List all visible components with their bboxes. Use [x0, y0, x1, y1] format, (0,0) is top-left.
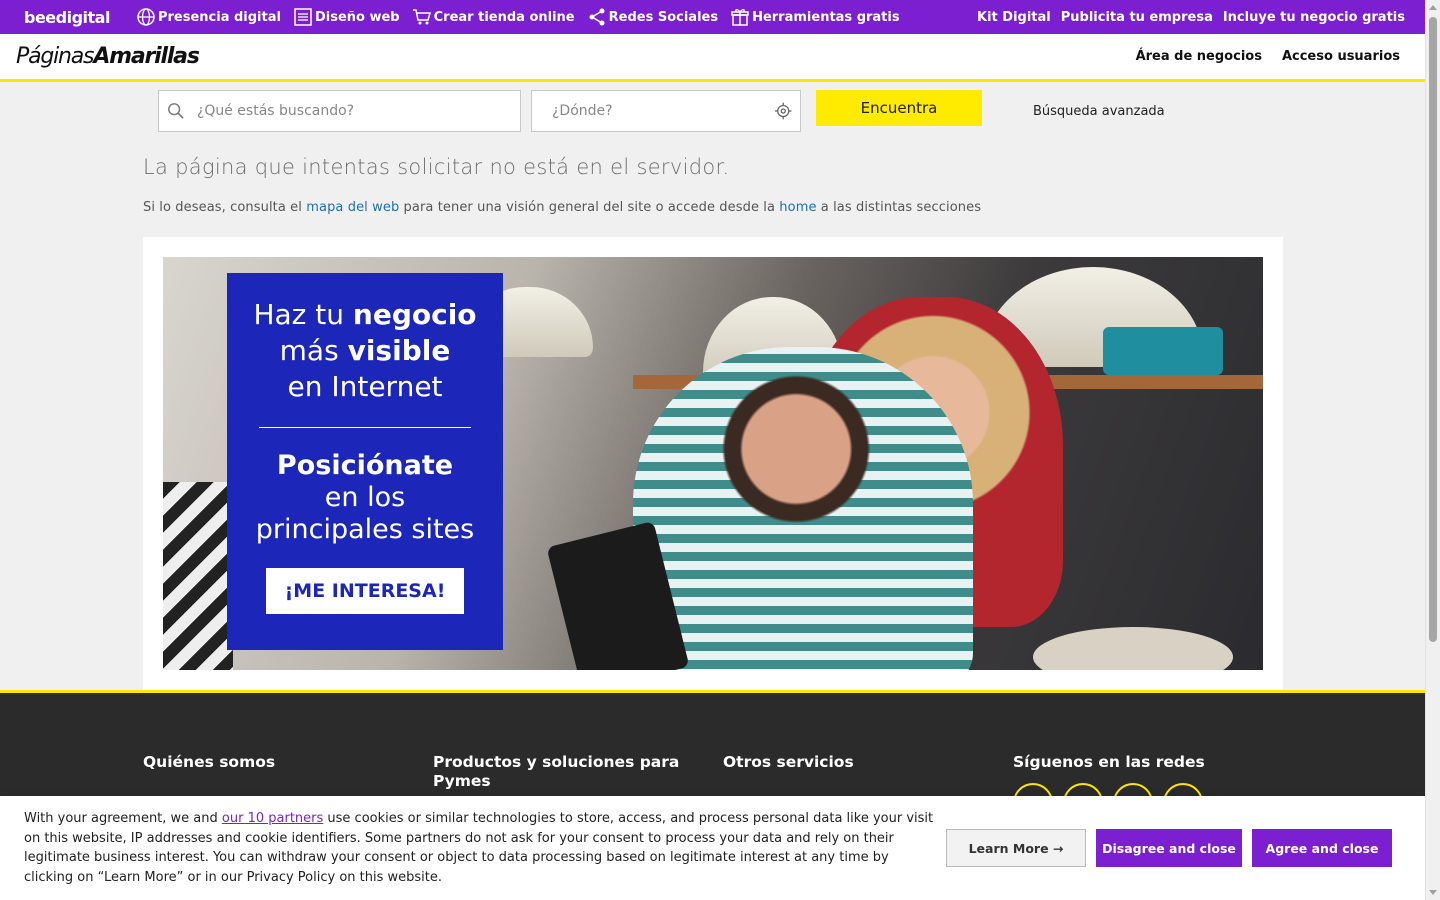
ad-divider [259, 427, 471, 428]
search-bar: Encuentra Búsqueda avanzada [158, 90, 1165, 132]
brand-light: Páginas [16, 44, 95, 69]
what-field [158, 90, 521, 132]
ad-line2-b: visible [347, 334, 451, 367]
error-text-1: Si lo deseas, consulta el [143, 200, 307, 215]
scroll-up-arrow-icon[interactable] [1429, 5, 1437, 10]
gift-icon [731, 9, 749, 26]
plate-image [1033, 627, 1233, 670]
nav-presencia-digital[interactable]: Presencia digital [136, 7, 281, 27]
ad-panel: Haz tu negocio más visible en Internet P… [227, 273, 503, 650]
link-incluye-negocio[interactable]: Incluye tu negocio gratis [1223, 10, 1405, 25]
search-icon [168, 103, 184, 119]
footer-heading-productos: Productos y soluciones para Pymes [433, 753, 680, 790]
ad-line3: en Internet [287, 370, 443, 403]
learn-more-button[interactable]: Learn More → [946, 829, 1086, 867]
partners-link[interactable]: our 10 partners [222, 811, 323, 826]
nav-diseno-web-label: Diseño web [314, 9, 400, 25]
error-text-3: a las distintas secciones [816, 200, 982, 215]
ad-subheadline: Posiciónate en los principales sites [227, 450, 503, 546]
beedigital-logo[interactable]: beedigital [24, 8, 110, 27]
me-interesa-button[interactable]: ¡ME INTERESA! [266, 568, 464, 614]
footer-heading-siguenos: Síguenos en las redes [1013, 753, 1205, 771]
man-image [633, 347, 973, 670]
link-kit-digital[interactable]: Kit Digital [977, 10, 1051, 25]
cookie-text-1: With your agreement, we and [24, 811, 222, 826]
nav-herramientas-gratis-label: Herramientas gratis [752, 9, 900, 25]
ad-line1-a: Haz tu [253, 298, 353, 331]
nav-diseno-web[interactable]: Diseño web [293, 7, 400, 27]
ad-headline: Haz tu negocio más visible en Internet [227, 297, 503, 405]
site-header: PáginasAmarillas Área de negocios Acceso… [0, 34, 1425, 82]
link-publicita[interactable]: Publicita tu empresa [1061, 10, 1213, 25]
error-text-2: para tener una visión general del site o… [399, 200, 780, 215]
webpage-icon [294, 8, 312, 26]
scroll-thumb[interactable] [1429, 17, 1437, 642]
sitemap-link[interactable]: mapa del web [306, 200, 399, 215]
encuentra-button[interactable]: Encuentra [816, 90, 982, 126]
where-input[interactable] [552, 103, 774, 119]
top-nav-right-links: Kit Digital Publicita tu empresa Incluye… [977, 10, 1405, 25]
link-area-negocios[interactable]: Área de negocios [1136, 49, 1262, 64]
header-links: Área de negocios Acceso usuarios [1136, 49, 1400, 64]
ad-line2-a: más [279, 334, 348, 367]
nav-crear-tienda-label: Crear tienda online [433, 9, 575, 25]
error-description: Si lo deseas, consulta el mapa del web p… [143, 200, 981, 215]
chair-image [163, 482, 233, 670]
paginas-amarillas-logo[interactable]: PáginasAmarillas [16, 44, 200, 69]
home-link[interactable]: home [779, 200, 816, 215]
cart-icon [412, 9, 431, 25]
banner-container: Haz tu negocio más visible en Internet P… [143, 237, 1283, 690]
promo-banner[interactable]: Haz tu negocio más visible en Internet P… [163, 257, 1263, 670]
ad-line6: principales sites [255, 514, 475, 545]
globe-icon [137, 8, 155, 26]
top-nav-bar: beedigital Presencia digital Diseño web … [0, 0, 1425, 34]
nav-redes-sociales[interactable]: Redes Sociales [587, 7, 718, 27]
ad-line5: en los [324, 482, 406, 513]
nav-presencia-digital-label: Presencia digital [157, 9, 281, 25]
ad-line4: Posiciónate [276, 450, 454, 481]
footer-heading-quienes-somos: Quiénes somos [143, 753, 276, 771]
ad-line1-b: negocio [352, 298, 477, 331]
cookie-consent-banner: With your agreement, we and our 10 partn… [0, 796, 1425, 900]
page-scrollbar[interactable] [1425, 0, 1440, 900]
link-acceso-usuarios[interactable]: Acceso usuarios [1282, 49, 1400, 64]
agree-button[interactable]: Agree and close [1252, 829, 1392, 867]
disagree-button[interactable]: Disagree and close [1096, 829, 1242, 867]
nav-redes-sociales-label: Redes Sociales [608, 9, 719, 25]
cookie-text: With your agreement, we and our 10 partn… [24, 809, 934, 887]
nav-herramientas-gratis[interactable]: Herramientas gratis [730, 7, 900, 27]
location-target-icon[interactable] [774, 101, 792, 121]
bottles-image [1103, 327, 1223, 375]
error-title: La página que intentas solicitar no está… [143, 155, 730, 179]
nav-crear-tienda[interactable]: Crear tienda online [412, 7, 575, 27]
busqueda-avanzada-link[interactable]: Búsqueda avanzada [1033, 104, 1165, 119]
brand-bold: Amarillas [93, 44, 200, 69]
footer-heading-otros-servicios: Otros servicios [723, 753, 854, 771]
scroll-down-arrow-icon[interactable] [1429, 890, 1437, 895]
where-field [531, 90, 801, 132]
what-input[interactable] [196, 103, 520, 119]
share-icon [589, 8, 605, 26]
